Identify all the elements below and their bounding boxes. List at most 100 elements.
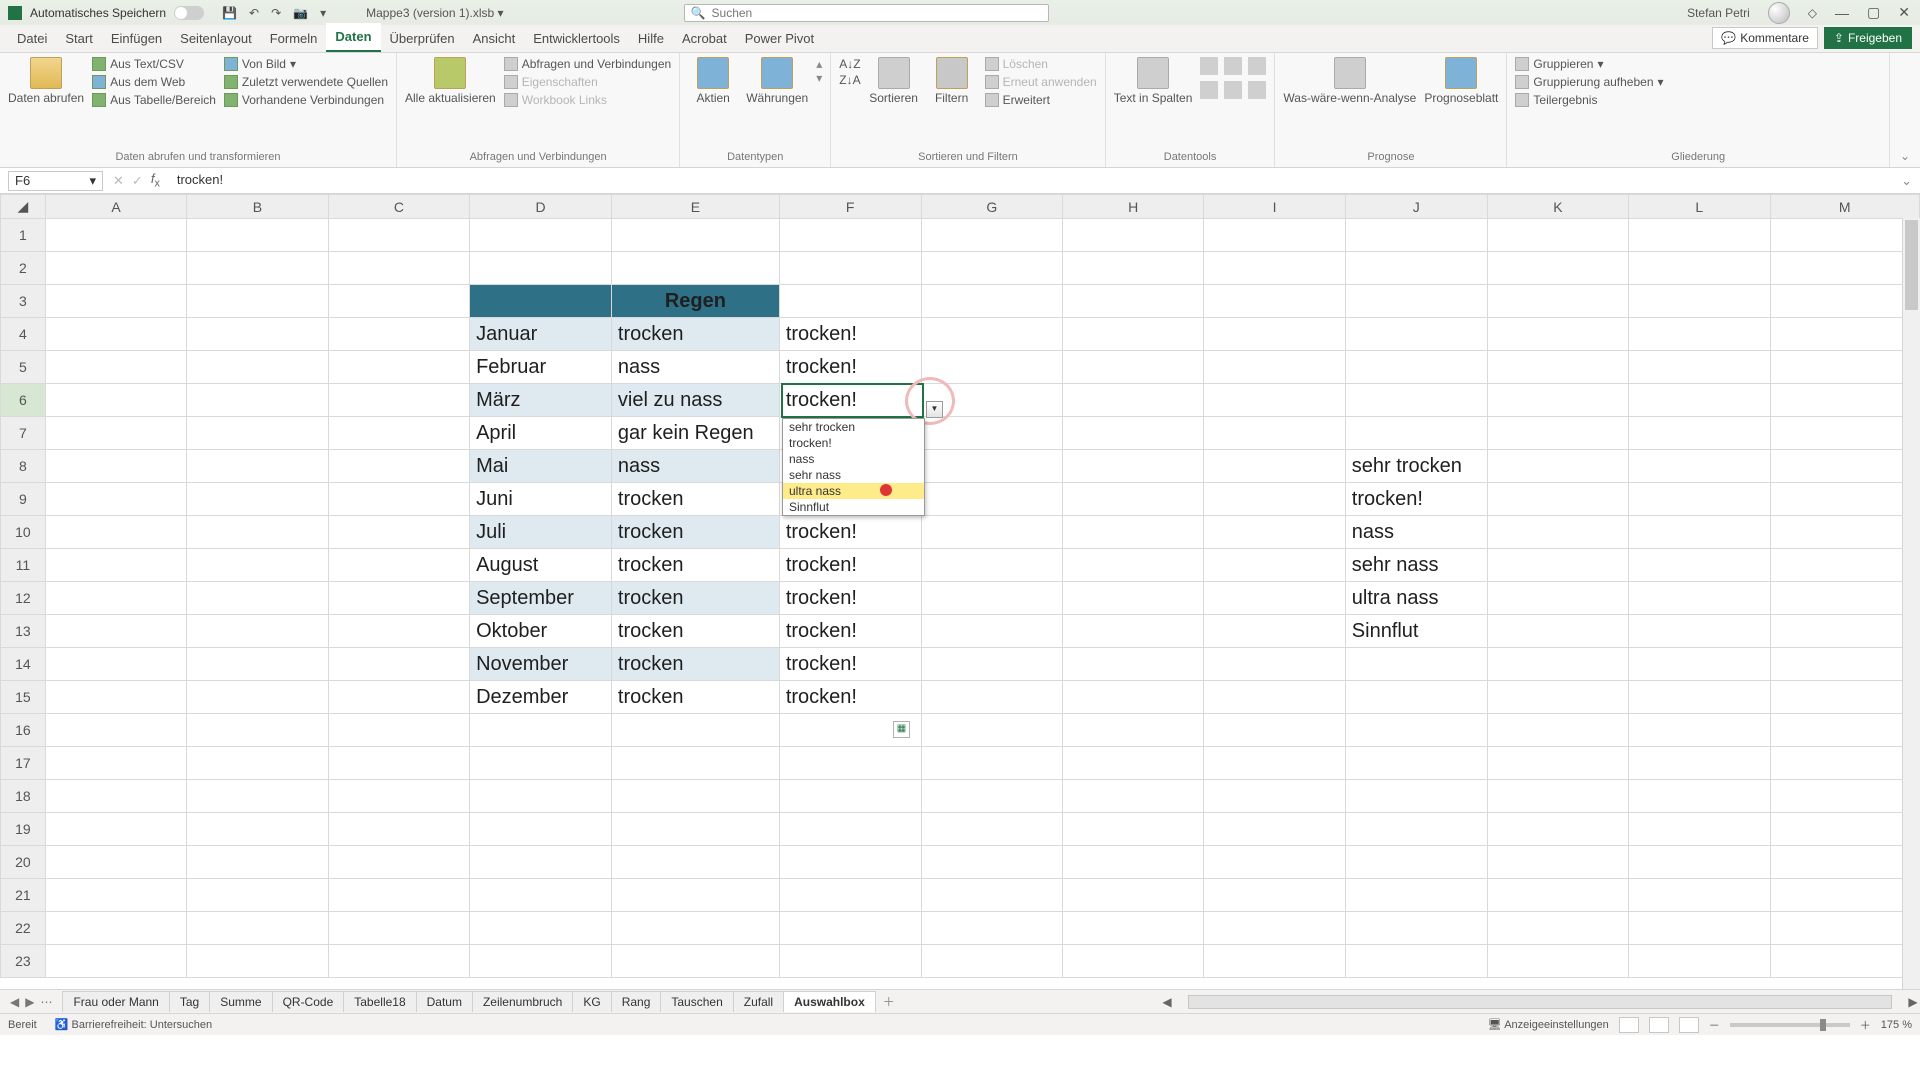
cell[interactable] bbox=[45, 615, 186, 648]
cell[interactable] bbox=[779, 813, 921, 846]
tab-daten[interactable]: Daten bbox=[326, 23, 380, 52]
forecast-sheet-button[interactable]: Prognoseblatt bbox=[1424, 57, 1498, 105]
tab-hilfe[interactable]: Hilfe bbox=[629, 25, 673, 52]
cell[interactable]: trocken bbox=[611, 549, 779, 582]
cell[interactable] bbox=[1345, 351, 1487, 384]
cell[interactable] bbox=[1487, 681, 1628, 714]
cell[interactable]: trocken bbox=[611, 516, 779, 549]
sheet-tab[interactable]: Summe bbox=[209, 991, 272, 1012]
cell[interactable] bbox=[1062, 549, 1203, 582]
sheet-tab[interactable]: Tauschen bbox=[660, 991, 733, 1012]
cell[interactable] bbox=[328, 747, 469, 780]
vertical-scrollbar[interactable] bbox=[1902, 218, 1920, 989]
cell[interactable] bbox=[1204, 450, 1345, 483]
col-G[interactable]: G bbox=[921, 195, 1062, 219]
dropdown-item[interactable]: trocken! bbox=[783, 435, 924, 451]
cell[interactable] bbox=[1345, 846, 1487, 879]
cell[interactable] bbox=[779, 945, 921, 978]
cell[interactable] bbox=[187, 846, 328, 879]
cell[interactable] bbox=[1629, 879, 1770, 912]
cell[interactable] bbox=[187, 714, 328, 747]
col-M[interactable]: M bbox=[1770, 195, 1920, 219]
cell[interactable] bbox=[1770, 813, 1920, 846]
queries-connections[interactable]: Abfragen und Verbindungen bbox=[504, 57, 671, 71]
cell[interactable] bbox=[1062, 813, 1203, 846]
col-A[interactable]: A bbox=[45, 195, 186, 219]
cell[interactable]: Oktober bbox=[470, 615, 612, 648]
sheet-tab[interactable]: Tag bbox=[169, 991, 210, 1012]
redo-icon[interactable]: ↷ bbox=[271, 6, 281, 20]
accept-icon[interactable]: ✓ bbox=[132, 173, 143, 189]
cell[interactable] bbox=[611, 780, 779, 813]
cell[interactable] bbox=[328, 945, 469, 978]
cell[interactable] bbox=[45, 879, 186, 912]
camera-icon[interactable]: 📷 bbox=[293, 6, 308, 20]
cell[interactable]: September bbox=[470, 582, 612, 615]
cancel-icon[interactable]: ✕ bbox=[113, 173, 124, 189]
cell[interactable] bbox=[611, 252, 779, 285]
row-header[interactable]: 23 bbox=[1, 945, 46, 978]
dropdown-item[interactable]: sehr nass bbox=[783, 467, 924, 483]
cell[interactable] bbox=[45, 648, 186, 681]
cell[interactable] bbox=[1062, 945, 1203, 978]
cell[interactable] bbox=[470, 219, 612, 252]
search-box[interactable]: 🔍 Suchen bbox=[684, 4, 1049, 22]
cell[interactable] bbox=[328, 384, 469, 417]
cell[interactable] bbox=[1062, 747, 1203, 780]
cell[interactable] bbox=[328, 549, 469, 582]
cell[interactable] bbox=[1770, 351, 1920, 384]
cell[interactable] bbox=[1345, 219, 1487, 252]
cell[interactable] bbox=[921, 615, 1062, 648]
sheet-tab[interactable]: Auswahlbox bbox=[783, 991, 876, 1012]
cell[interactable] bbox=[1629, 417, 1770, 450]
cell[interactable] bbox=[1770, 417, 1920, 450]
cell[interactable] bbox=[1770, 483, 1920, 516]
cell[interactable] bbox=[1487, 582, 1628, 615]
cell[interactable] bbox=[1487, 549, 1628, 582]
cell[interactable] bbox=[187, 285, 328, 318]
cell[interactable]: trocken! bbox=[779, 582, 921, 615]
cell[interactable] bbox=[187, 252, 328, 285]
cell[interactable] bbox=[1629, 516, 1770, 549]
view-normal-icon[interactable] bbox=[1619, 1017, 1639, 1033]
sheet-tab[interactable]: Zufall bbox=[733, 991, 784, 1012]
row-header[interactable]: 17 bbox=[1, 747, 46, 780]
cell[interactable] bbox=[328, 516, 469, 549]
remove-dup-icon[interactable] bbox=[1224, 57, 1242, 75]
group-button[interactable]: Gruppieren ▾ bbox=[1515, 57, 1663, 71]
cell[interactable] bbox=[1062, 681, 1203, 714]
cell[interactable]: trocken! bbox=[779, 648, 921, 681]
cell[interactable] bbox=[1629, 615, 1770, 648]
cell[interactable] bbox=[921, 681, 1062, 714]
sheet-tab[interactable]: Frau oder Mann bbox=[62, 991, 169, 1012]
cell[interactable] bbox=[921, 582, 1062, 615]
cell[interactable] bbox=[921, 219, 1062, 252]
cell[interactable] bbox=[1770, 846, 1920, 879]
cell[interactable] bbox=[470, 714, 612, 747]
col-F[interactable]: F bbox=[779, 195, 921, 219]
cell[interactable] bbox=[470, 813, 612, 846]
cell[interactable] bbox=[45, 912, 186, 945]
existing-connections[interactable]: Vorhandene Verbindungen bbox=[224, 93, 388, 107]
cell[interactable] bbox=[1487, 516, 1628, 549]
save-icon[interactable]: 💾 bbox=[222, 6, 237, 20]
cell[interactable] bbox=[1204, 351, 1345, 384]
cell[interactable] bbox=[1204, 813, 1345, 846]
row-header[interactable]: 10 bbox=[1, 516, 46, 549]
tab-powerpivot[interactable]: Power Pivot bbox=[736, 25, 823, 52]
row-header[interactable]: 18 bbox=[1, 780, 46, 813]
cell[interactable] bbox=[45, 351, 186, 384]
cell[interactable] bbox=[921, 483, 1062, 516]
tab-datei[interactable]: Datei bbox=[8, 25, 56, 52]
row-header[interactable]: 21 bbox=[1, 879, 46, 912]
cell[interactable] bbox=[328, 351, 469, 384]
cell[interactable] bbox=[921, 351, 1062, 384]
cell[interactable] bbox=[1629, 780, 1770, 813]
row-header[interactable]: 15 bbox=[1, 681, 46, 714]
cell[interactable] bbox=[1204, 516, 1345, 549]
cell[interactable] bbox=[187, 582, 328, 615]
tab-entwicklertools[interactable]: Entwicklertools bbox=[524, 25, 629, 52]
cell[interactable] bbox=[1204, 615, 1345, 648]
cell[interactable] bbox=[1629, 813, 1770, 846]
data-validation-icon[interactable] bbox=[1200, 81, 1218, 99]
